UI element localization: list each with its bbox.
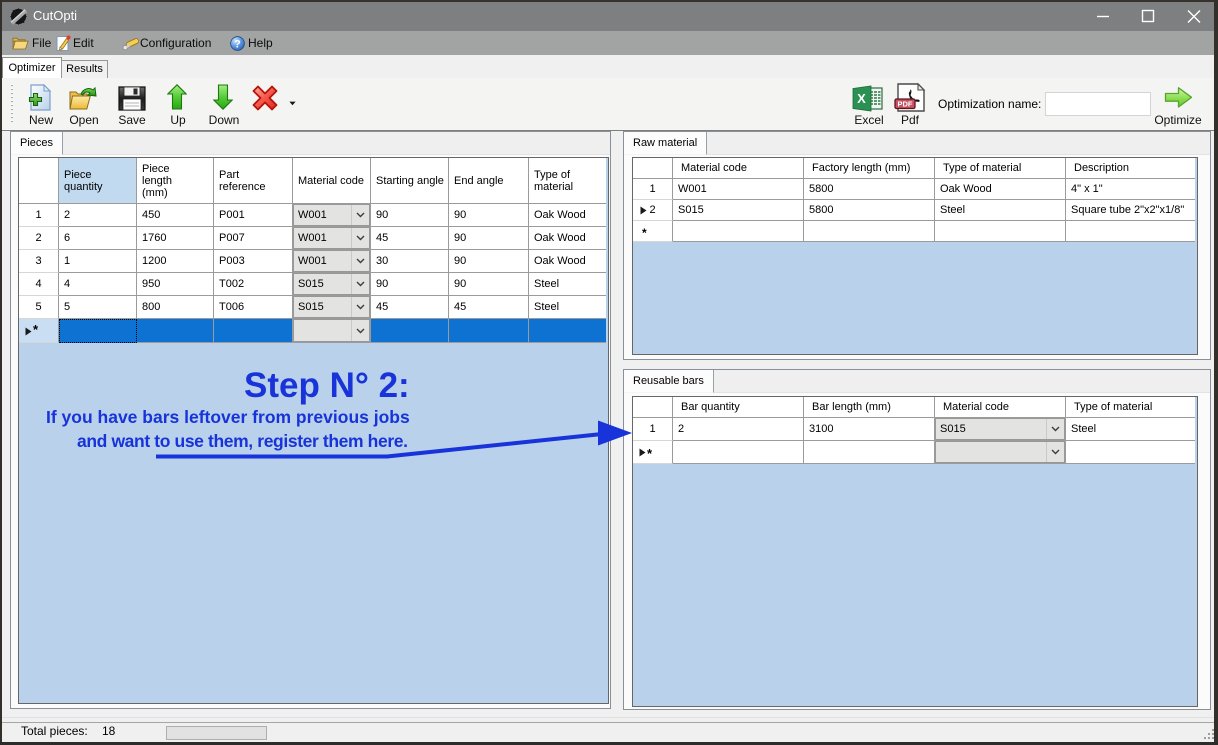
svg-text:PDF: PDF <box>898 100 913 109</box>
svg-text:X: X <box>857 91 866 106</box>
svg-text:?: ? <box>234 38 240 50</box>
